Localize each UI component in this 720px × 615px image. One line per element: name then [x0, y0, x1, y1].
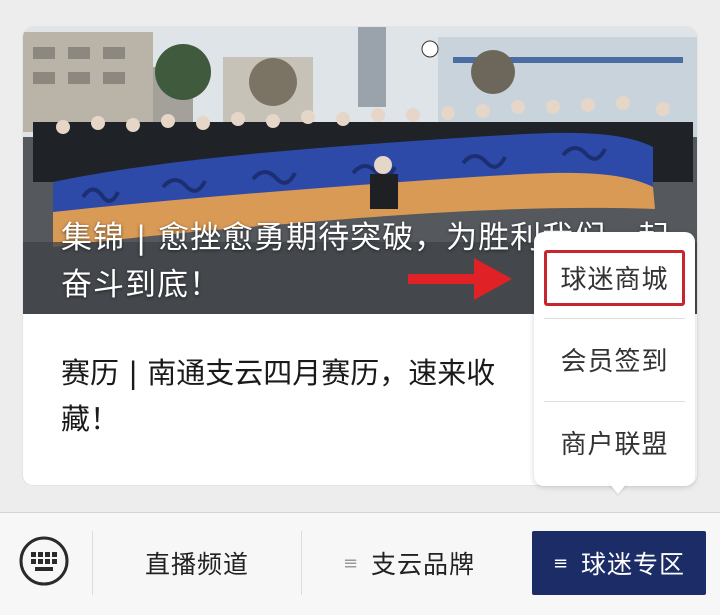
highlight-box: [544, 250, 685, 306]
keyboard-icon[interactable]: [18, 535, 70, 587]
article-title[interactable]: 赛历 | 南通支云四月赛历，速来收藏！: [61, 350, 521, 442]
tab-brand[interactable]: ≡ 支云品牌: [302, 531, 516, 595]
menu-icon: ≡: [342, 552, 360, 574]
popup-pointer: [608, 482, 628, 494]
tab-label: 支云品牌: [371, 550, 476, 579]
submenu-popup: 球迷商城 会员签到 商户联盟: [534, 232, 695, 486]
tab-label: 直播频道: [144, 550, 249, 579]
menu-item-member-checkin[interactable]: 会员签到: [544, 324, 685, 394]
menu-item-merchant-alliance[interactable]: 商户联盟: [544, 407, 685, 477]
tab-fan-zone[interactable]: ≡ 球迷专区: [532, 531, 706, 595]
tab-label: 球迷专区: [581, 550, 686, 579]
menu-icon: ≡: [552, 552, 570, 574]
menu-divider: [544, 318, 685, 319]
tab-live-channel[interactable]: 直播频道: [93, 531, 301, 595]
menu-divider: [544, 401, 685, 402]
bottom-nav-bar: 直播频道 ≡ 支云品牌 ≡ 球迷专区: [0, 512, 720, 615]
red-arrow-icon: [408, 258, 512, 300]
